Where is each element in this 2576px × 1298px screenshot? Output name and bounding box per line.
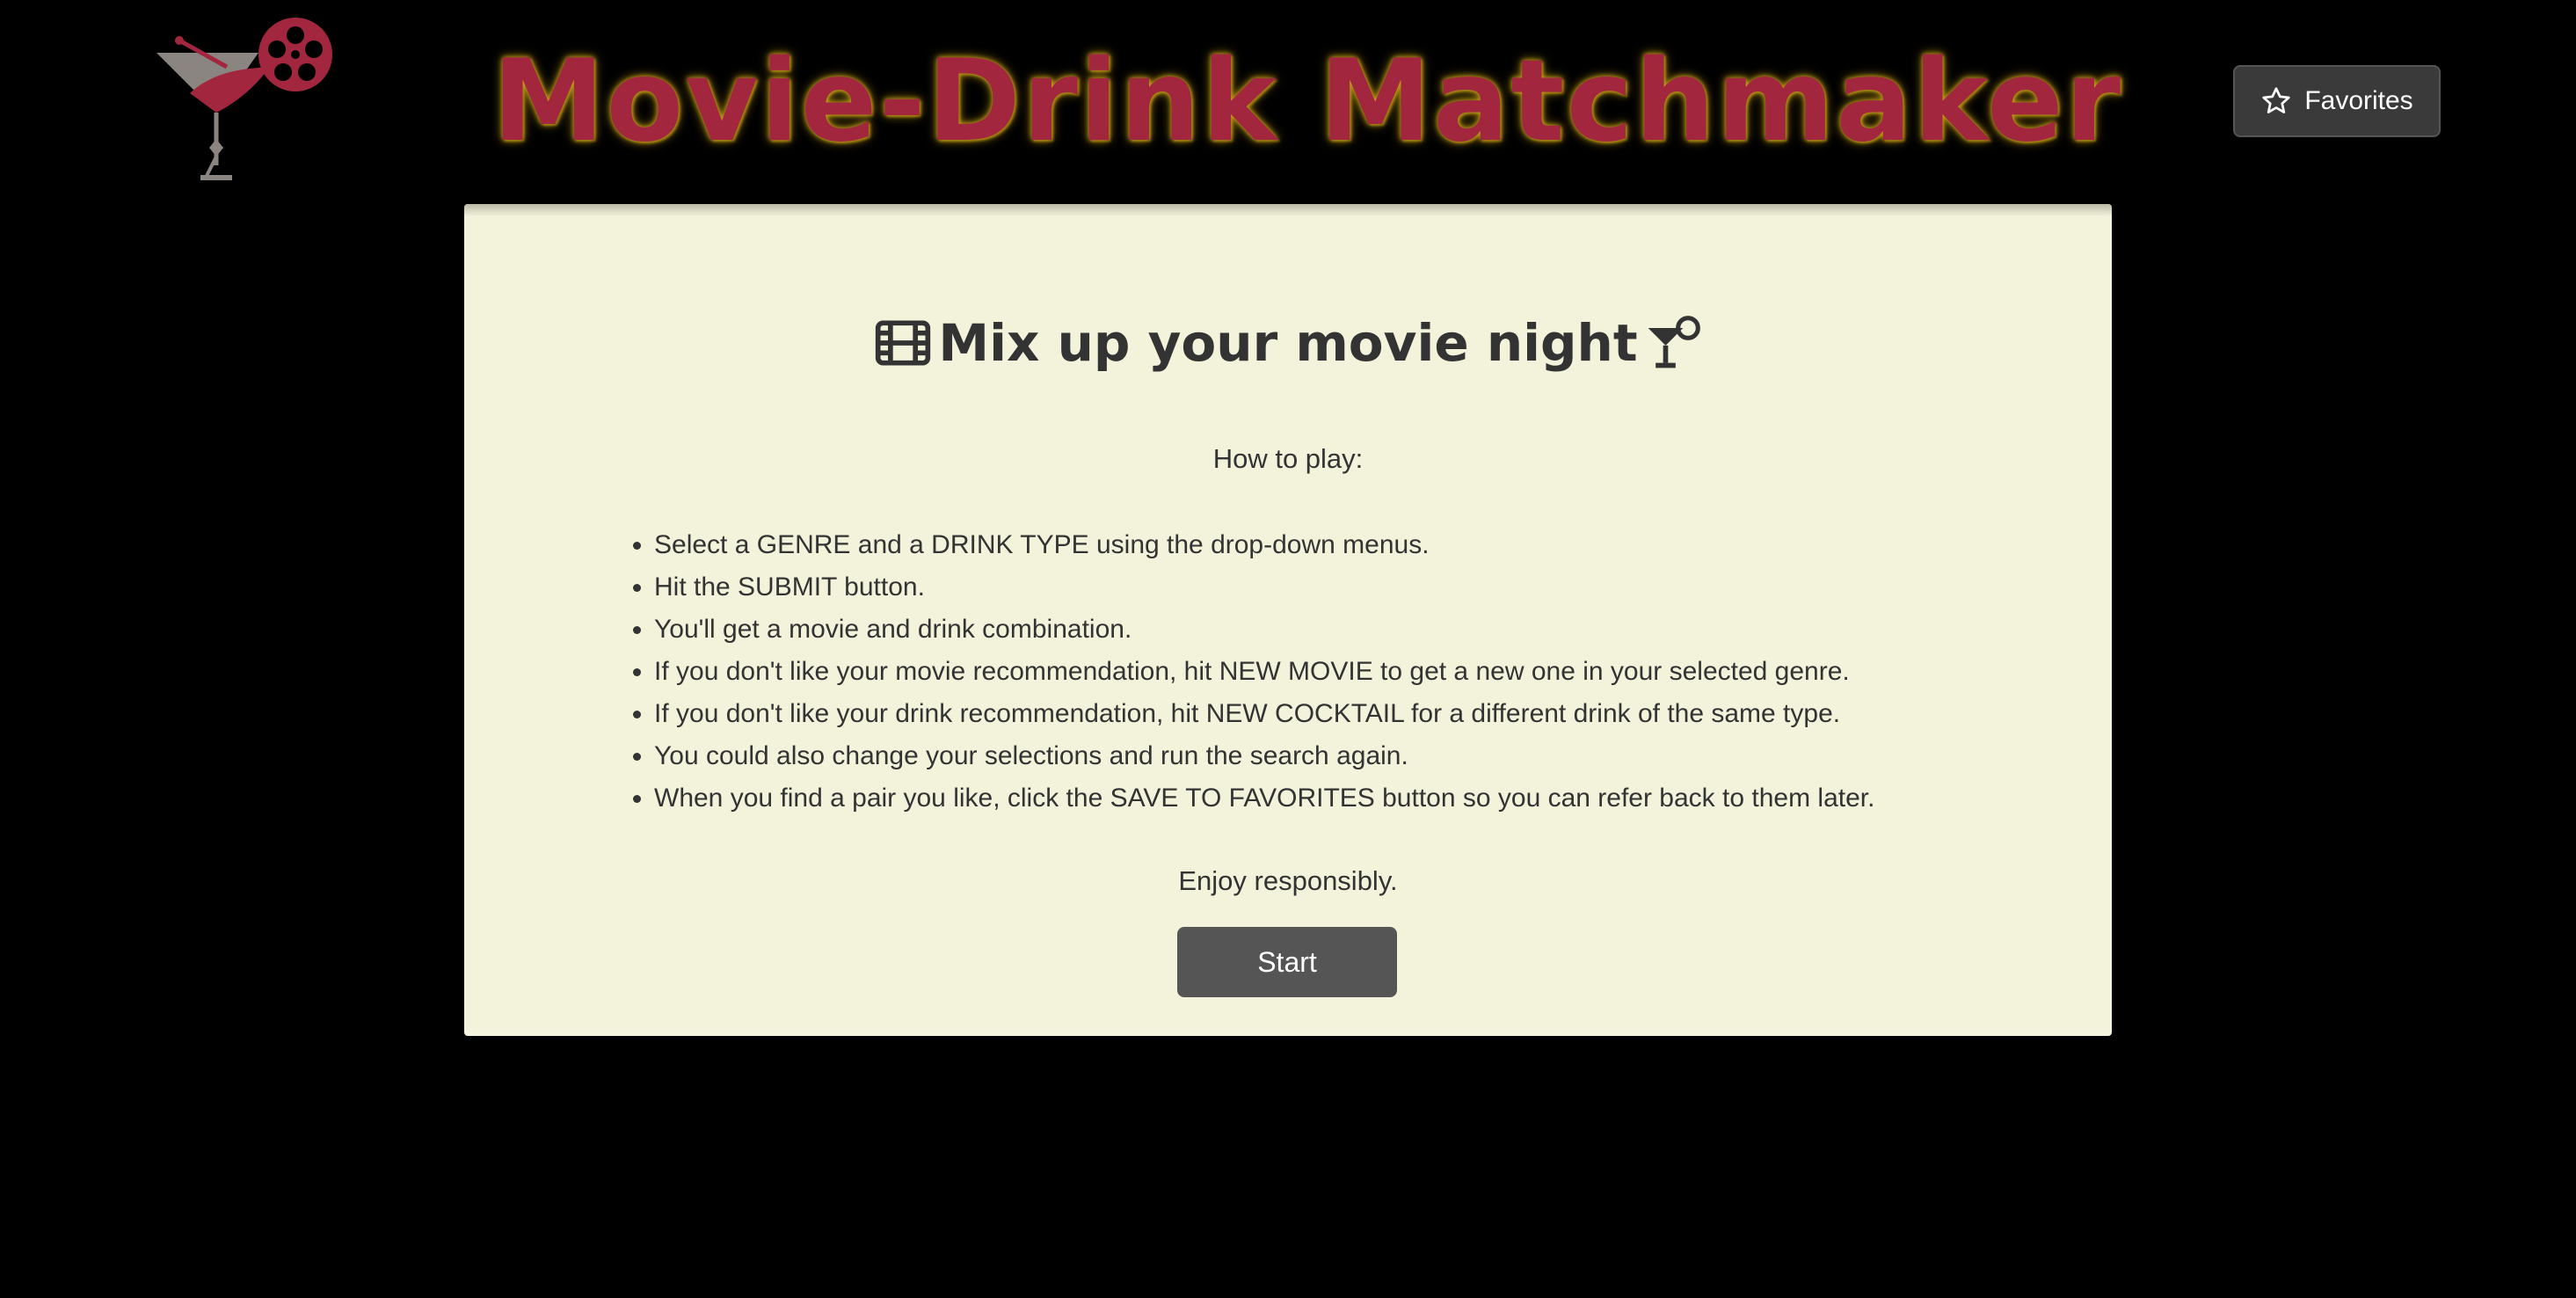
start-button[interactable]: Start [1177,927,1397,997]
list-item: When you find a pair you like, click the… [654,777,2149,820]
film-strip-icon [876,320,931,366]
list-item: You could also change your selections an… [654,735,2149,777]
rules-list: Select a GENRE and a DRINK TYPE using th… [594,524,2149,820]
intro-card: Mix up your movie night How to play: Sel… [464,204,2112,1036]
logo[interactable] [155,16,339,183]
list-item: If you don't like your movie recommendat… [654,651,2149,693]
cocktail-glass-icon [1648,316,1700,368]
list-item: If you don't like your drink recommendat… [654,693,2149,735]
page: Movie-Drink Matchmaker Favorites Mix up … [0,0,2576,1298]
cocktail-film-reel-logo-icon [156,18,332,180]
intro-heading-text: Mix up your movie night [938,313,1638,373]
site-title: Movie-Drink Matchmaker [492,36,2122,167]
intro-heading: Mix up your movie night [464,308,2112,378]
favorites-label: Favorites [2304,86,2413,115]
list-item: You'll get a movie and drink combination… [654,609,2149,651]
how-to-label: How to play: [1212,443,1364,474]
star-outline-icon [2262,87,2290,113]
list-item: Select a GENRE and a DRINK TYPE using th… [654,524,2149,566]
list-item: Hit the SUBMIT button. [654,566,2149,609]
favorites-button[interactable]: Favorites [2233,65,2441,137]
card-top-shade [464,204,2112,216]
closing-text: Enjoy responsibly. [1178,865,1398,896]
